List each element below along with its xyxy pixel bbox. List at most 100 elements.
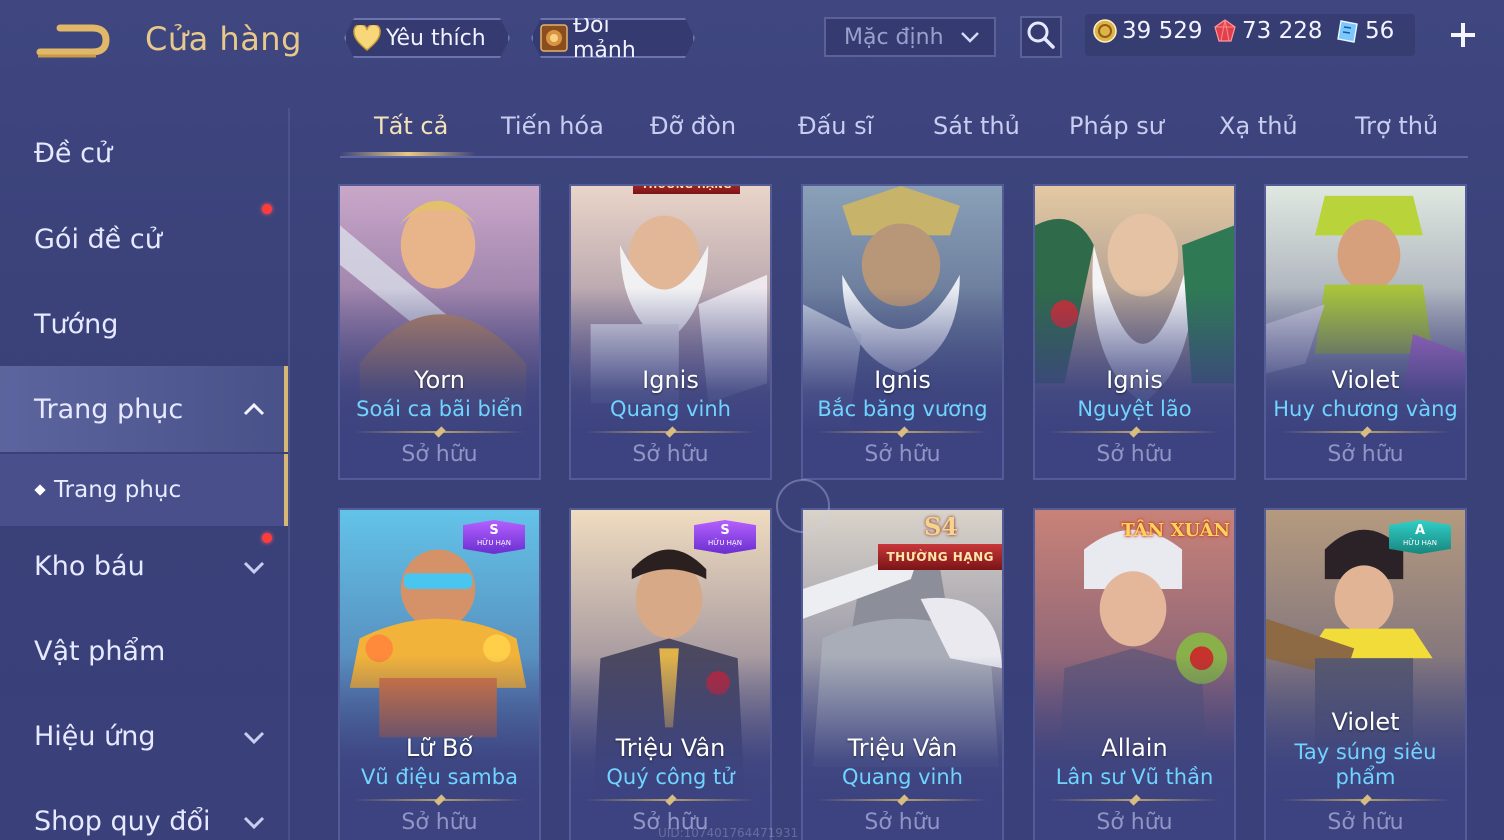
skin-card[interactable]: THƯỜNG HẠNG Ignis Quang vinh Sở hữu <box>569 184 772 480</box>
owned-status: Sở hữu <box>401 810 478 835</box>
role-tabs: Tất cả Tiến hóa Đỡ đòn Đấu sĩ Sát thủ Ph… <box>340 100 1468 158</box>
tab-evolution[interactable]: Tiến hóa <box>501 112 604 140</box>
skin-card[interactable]: Ignis Bắc băng vương Sở hữu <box>801 184 1004 480</box>
tab-assassin[interactable]: Sát thủ <box>933 112 1020 140</box>
hero-name: Triệu Vân <box>615 734 726 762</box>
sidebar-item-label: Đề cử <box>34 137 113 169</box>
active-tab-indicator <box>340 152 476 156</box>
rank-ribbon: THƯỜNG HẠNG <box>633 186 740 194</box>
sidebar-item-label: Shop quy đổi <box>34 805 211 837</box>
sidebar-item-items[interactable]: Vật phẩm <box>0 608 288 694</box>
divider <box>585 426 756 438</box>
sidebar-item-label: Vật phẩm <box>34 635 166 667</box>
voucher-amount: 56 <box>1365 18 1395 44</box>
skin-card[interactable]: Ignis Nguyệt lão Sở hữu <box>1033 184 1236 480</box>
favorites-button[interactable]: Yêu thích <box>344 18 510 58</box>
hero-name: Triệu Vân <box>847 734 958 762</box>
skin-card[interactable]: Violet Huy chương vàng Sở hữu <box>1264 184 1467 480</box>
owned-status: Sở hữu <box>1096 442 1173 467</box>
sidebar-item-heroes[interactable]: Tướng <box>0 281 288 367</box>
loading-ring <box>776 479 830 533</box>
hero-name: Violet <box>1331 366 1400 394</box>
owned-status: Sở hữu <box>864 442 941 467</box>
skin-name: Huy chương vàng <box>1273 397 1458 421</box>
tab-support[interactable]: Trợ thủ <box>1355 112 1438 140</box>
skin-name: Quang vinh <box>842 765 963 789</box>
rank-ribbon: THƯỜNG HẠNG <box>878 544 1002 570</box>
ruby-amount: 73 228 <box>1242 18 1323 44</box>
owned-status: Sở hữu <box>401 442 478 467</box>
gold-amount: 39 529 <box>1122 18 1203 44</box>
divider <box>817 794 988 806</box>
chevron-down-icon <box>240 553 268 581</box>
badge-sub: HỮU HẠN <box>1403 539 1437 547</box>
skin-card[interactable]: Yorn Soái ca bãi biển Sở hữu <box>338 184 541 480</box>
skin-card[interactable]: S4 THƯỜNG HẠNG Triệu Vân Quang vinh Sở h… <box>801 508 1004 840</box>
sidebar-item-treasure[interactable]: Kho báu <box>0 523 288 609</box>
sidebar-item-skins[interactable]: Trang phục <box>0 366 288 452</box>
chevron-down-icon <box>958 25 982 49</box>
divider <box>585 794 756 806</box>
tab-marksman[interactable]: Xạ thủ <box>1219 112 1298 140</box>
sidebar-item-label: Hiệu ứng <box>34 720 156 752</box>
skin-card[interactable]: TÂN XUÂN Allain Lân sư Vũ thần Sở hữu <box>1033 508 1236 840</box>
sidebar-item-exchange-shop[interactable]: Shop quy đổi <box>0 778 288 840</box>
tab-mage[interactable]: Pháp sư <box>1069 112 1164 140</box>
tab-tank[interactable]: Đỡ đòn <box>650 112 736 140</box>
badge-sub: HỮU HẠN <box>477 539 511 547</box>
owned-status: Sở hữu <box>632 442 709 467</box>
add-currency-button[interactable] <box>1446 18 1480 52</box>
hero-name: Violet <box>1331 708 1400 736</box>
skin-card[interactable]: S HỮU HẠN Lữ Bố Vũ điệu samba Sở hữu <box>338 508 541 840</box>
skin-card[interactable]: S HỮU HẠN Triệu Vân Quý công tử Sở hữu <box>569 508 772 840</box>
back-icon[interactable] <box>34 22 112 64</box>
sidebar-item-effects[interactable]: Hiệu ứng <box>0 693 288 779</box>
sidebar-subitem-label: Trang phục <box>54 477 182 503</box>
skin-name: Bắc băng vương <box>817 397 988 421</box>
badge-tier: A <box>1414 523 1426 538</box>
tier-badge: S HỮU HẠN <box>694 520 756 554</box>
divider <box>1280 794 1451 806</box>
skin-name: Nguyệt lão <box>1077 397 1192 421</box>
divider <box>1049 426 1220 438</box>
trade-fragments-button[interactable]: Đổi mảnh <box>531 18 695 58</box>
notification-dot <box>262 533 272 543</box>
chevron-down-icon <box>240 808 268 836</box>
hero-name: Ignis <box>1106 366 1163 394</box>
ruby-currency: 73 228 <box>1212 18 1322 44</box>
divider <box>1280 426 1451 438</box>
sort-value: Mặc định <box>844 24 944 50</box>
search-button[interactable] <box>1020 16 1062 58</box>
skin-name: Quang vinh <box>610 397 731 421</box>
badge-tier: S <box>489 523 499 538</box>
search-icon <box>1026 20 1056 54</box>
top-bar: Cửa hàng Yêu thích Đổi mảnh Mặc định 39 … <box>0 0 1504 80</box>
sidebar: Đề cử Gói đề cử Tướng Trang phục Trang p… <box>0 108 290 840</box>
sidebar-item-recommended-packs[interactable]: Gói đề cử <box>0 196 288 282</box>
divider <box>354 794 525 806</box>
skin-name: Soái ca bãi biển <box>356 397 523 421</box>
hero-name: Lữ Bố <box>405 734 474 762</box>
chevron-down-icon <box>240 723 268 751</box>
tab-all[interactable]: Tất cả <box>374 112 448 140</box>
voucher-icon <box>1335 18 1361 44</box>
sidebar-item-recommended[interactable]: Đề cử <box>0 110 288 196</box>
sidebar-item-label: Trang phục <box>34 393 184 425</box>
owned-status: Sở hữu <box>1327 442 1404 467</box>
skin-name: Tay súng siêu phẩm <box>1294 740 1437 789</box>
skin-card[interactable]: A HỮU HẠN Violet Tay súng siêu phẩm Sở h… <box>1264 508 1467 840</box>
tab-fighter[interactable]: Đấu sĩ <box>798 112 873 140</box>
sidebar-separator <box>288 108 290 840</box>
divider <box>1049 794 1220 806</box>
badge-tier: S <box>720 523 730 538</box>
sidebar-item-label: Kho báu <box>34 550 145 582</box>
sort-select[interactable]: Mặc định <box>824 17 996 57</box>
hero-name: Allain <box>1101 734 1168 762</box>
tier-badge: A HỮU HẠN <box>1389 520 1451 554</box>
bullet-icon <box>34 484 46 496</box>
hero-name: Ignis <box>874 366 931 394</box>
sidebar-subitem-skins[interactable]: Trang phục <box>0 454 288 526</box>
owned-status: Sở hữu <box>1096 810 1173 835</box>
sidebar-item-label: Tướng <box>34 308 119 340</box>
badge-sub: HỮU HẠN <box>708 539 742 547</box>
